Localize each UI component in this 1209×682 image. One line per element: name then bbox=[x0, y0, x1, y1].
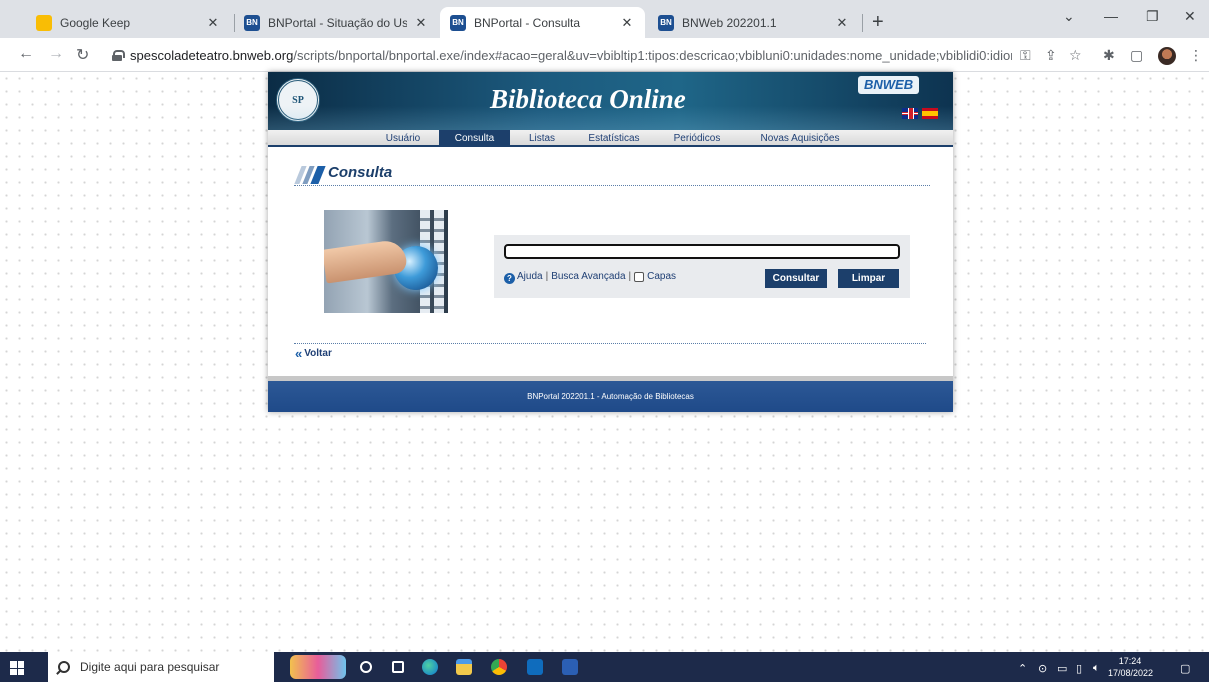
section-title-icon bbox=[294, 166, 326, 184]
address-bar[interactable]: spescoladeteatro.bnweb.org/scripts/bnpor… bbox=[112, 43, 1012, 67]
windows-taskbar: Digite aqui para pesquisar ⌃ ⊙ ▭ ▯ 🔈︎ 17… bbox=[0, 652, 1209, 682]
back-link-label: Voltar bbox=[304, 348, 332, 359]
bnportal-icon: BN bbox=[244, 14, 260, 31]
tab-bnweb[interactable]: BN BNWeb 202201.1 ✕ bbox=[648, 7, 860, 38]
divider bbox=[294, 185, 930, 186]
bnweb-logo: BNWEB bbox=[858, 76, 920, 94]
extensions-puzzle-icon[interactable]: ✱ bbox=[1103, 47, 1115, 64]
school-seal-logo: SP bbox=[276, 78, 320, 122]
consultar-button[interactable]: Consultar bbox=[765, 269, 827, 288]
spain-flag-icon[interactable] bbox=[922, 108, 938, 119]
taskbar-search-placeholder: Digite aqui para pesquisar bbox=[80, 660, 220, 674]
clock-time: 17:24 bbox=[1118, 656, 1142, 666]
reload-icon[interactable]: ↻ bbox=[76, 45, 89, 65]
covers-label: Capas bbox=[647, 271, 677, 282]
url-path: /scripts/bnportal/bnportal.exe/index#aca… bbox=[293, 47, 1012, 63]
url-host: spescoladeteatro.bnweb.org bbox=[130, 47, 294, 63]
menu-item-estatisticas[interactable]: Estatísticas bbox=[579, 130, 649, 147]
word-icon[interactable] bbox=[562, 659, 578, 675]
display-icon[interactable]: ▯ bbox=[1076, 662, 1082, 675]
search-panel: ? Ajuda | Busca Avançada | Capas Consult… bbox=[494, 235, 910, 298]
close-icon[interactable]: ✕ bbox=[413, 15, 429, 31]
tab-title: BNPortal - Situação do Usuário bbox=[268, 15, 407, 30]
section-title: Consulta bbox=[328, 164, 393, 181]
bnportal-icon: BN bbox=[450, 14, 466, 31]
portal-banner: SP Biblioteca Online BNWEB bbox=[268, 72, 953, 130]
separator: | bbox=[628, 271, 632, 282]
google-keep-icon bbox=[36, 14, 52, 31]
tab-google-keep[interactable]: Google Keep ✕ bbox=[26, 7, 231, 38]
help-link[interactable]: Ajuda bbox=[517, 271, 543, 282]
footer-text: BNPortal 202201.1 - Automação de Bibliot… bbox=[527, 392, 694, 401]
tab-separator bbox=[862, 14, 863, 32]
share-icon[interactable]: ⇪ bbox=[1045, 47, 1057, 64]
browser-tab-strip: Google Keep ✕ BN BNPortal - Situação do … bbox=[0, 0, 1209, 38]
portal-footer: BNPortal 202201.1 - Automação de Bibliot… bbox=[268, 376, 953, 412]
menu-item-listas[interactable]: Listas bbox=[521, 130, 563, 147]
search-options: Ajuda | Busca Avançada | Capas bbox=[517, 271, 676, 282]
minimize-icon[interactable]: — bbox=[1104, 8, 1118, 24]
file-explorer-icon[interactable] bbox=[456, 659, 472, 675]
main-menu: Usuário Consulta Listas Estatísticas Per… bbox=[268, 130, 953, 147]
new-tab-icon[interactable]: + bbox=[872, 11, 884, 34]
advanced-search-link[interactable]: Busca Avançada bbox=[551, 271, 625, 282]
library-globe-image bbox=[324, 210, 448, 313]
search-input[interactable] bbox=[504, 244, 900, 259]
window-close-icon[interactable]: ✕ bbox=[1184, 8, 1196, 25]
menu-kebab-icon[interactable]: ⋮ bbox=[1189, 47, 1203, 64]
forward-arrow-icon[interactable]: → bbox=[48, 45, 64, 63]
restore-icon[interactable]: ❐ bbox=[1146, 8, 1159, 25]
tab-search-chevron-icon[interactable]: ⌄ bbox=[1063, 8, 1075, 25]
news-widget-icon[interactable] bbox=[290, 655, 346, 679]
tab-bnportal-consulta[interactable]: BN BNPortal - Consulta ✕ bbox=[440, 7, 645, 38]
browser-toolbar: ← → ↻ spescoladeteatro.bnweb.org/scripts… bbox=[0, 38, 1209, 72]
close-icon[interactable]: ✕ bbox=[619, 15, 635, 31]
chevron-up-icon[interactable]: ⌃ bbox=[1018, 662, 1027, 675]
page-title: Biblioteca Online bbox=[490, 84, 686, 114]
menu-item-novas-aquisicoes[interactable]: Novas Aquisições bbox=[749, 130, 851, 147]
bookmark-star-icon[interactable]: ☆ bbox=[1069, 47, 1082, 64]
portal-container: SP Biblioteca Online BNWEB Usuário Consu… bbox=[268, 72, 953, 412]
tab-title: Google Keep bbox=[60, 15, 131, 30]
back-link[interactable]: « Voltar bbox=[295, 346, 332, 361]
profile-avatar[interactable] bbox=[1158, 47, 1176, 65]
tab-bnportal-situacao[interactable]: BN BNPortal - Situação do Usuário ✕ bbox=[234, 7, 439, 38]
task-view-icon[interactable] bbox=[392, 661, 404, 673]
key-icon[interactable]: ⚿ bbox=[1020, 47, 1031, 64]
edge-browser-icon[interactable] bbox=[422, 659, 438, 675]
battery-icon[interactable]: ▭ bbox=[1057, 662, 1067, 675]
cortana-circle-icon[interactable] bbox=[360, 661, 372, 673]
menu-item-usuario[interactable]: Usuário bbox=[378, 130, 428, 147]
bnweb-icon: BN bbox=[658, 14, 674, 31]
close-icon[interactable]: ✕ bbox=[834, 15, 850, 31]
system-clock[interactable]: 17:24 17/08/2022 bbox=[1108, 655, 1154, 679]
volume-icon[interactable]: 🔈︎ bbox=[1093, 662, 1100, 675]
network-status-icon[interactable]: ⊙ bbox=[1038, 662, 1047, 675]
tab-title: BNWeb 202201.1 bbox=[682, 15, 777, 30]
menu-item-periodicos[interactable]: Periódicos bbox=[666, 130, 728, 147]
page-viewport: SP Biblioteca Online BNWEB Usuário Consu… bbox=[0, 72, 1209, 652]
close-icon[interactable]: ✕ bbox=[205, 15, 221, 31]
back-arrow-icon[interactable]: ← bbox=[18, 45, 34, 63]
windows-start-icon[interactable] bbox=[10, 661, 24, 675]
lock-icon bbox=[112, 49, 125, 61]
tab-title: BNPortal - Consulta bbox=[474, 15, 581, 30]
menu-item-consulta[interactable]: Consulta bbox=[439, 130, 510, 147]
covers-checkbox[interactable] bbox=[634, 271, 645, 282]
divider bbox=[294, 343, 926, 344]
side-panel-icon[interactable]: ▢ bbox=[1130, 47, 1143, 64]
notifications-icon[interactable]: ▢ bbox=[1180, 662, 1190, 675]
uk-flag-icon[interactable] bbox=[902, 108, 918, 119]
help-icon[interactable]: ? bbox=[504, 273, 515, 284]
taskbar-search[interactable]: Digite aqui para pesquisar bbox=[48, 652, 274, 682]
separator: | bbox=[545, 271, 549, 282]
chrome-browser-icon[interactable] bbox=[491, 659, 507, 675]
outlook-icon[interactable] bbox=[527, 659, 543, 675]
search-icon bbox=[58, 661, 70, 673]
limpar-button[interactable]: Limpar bbox=[838, 269, 899, 288]
clock-date: 17/08/2022 bbox=[1108, 668, 1154, 678]
double-chevron-left-icon: « bbox=[295, 346, 303, 361]
